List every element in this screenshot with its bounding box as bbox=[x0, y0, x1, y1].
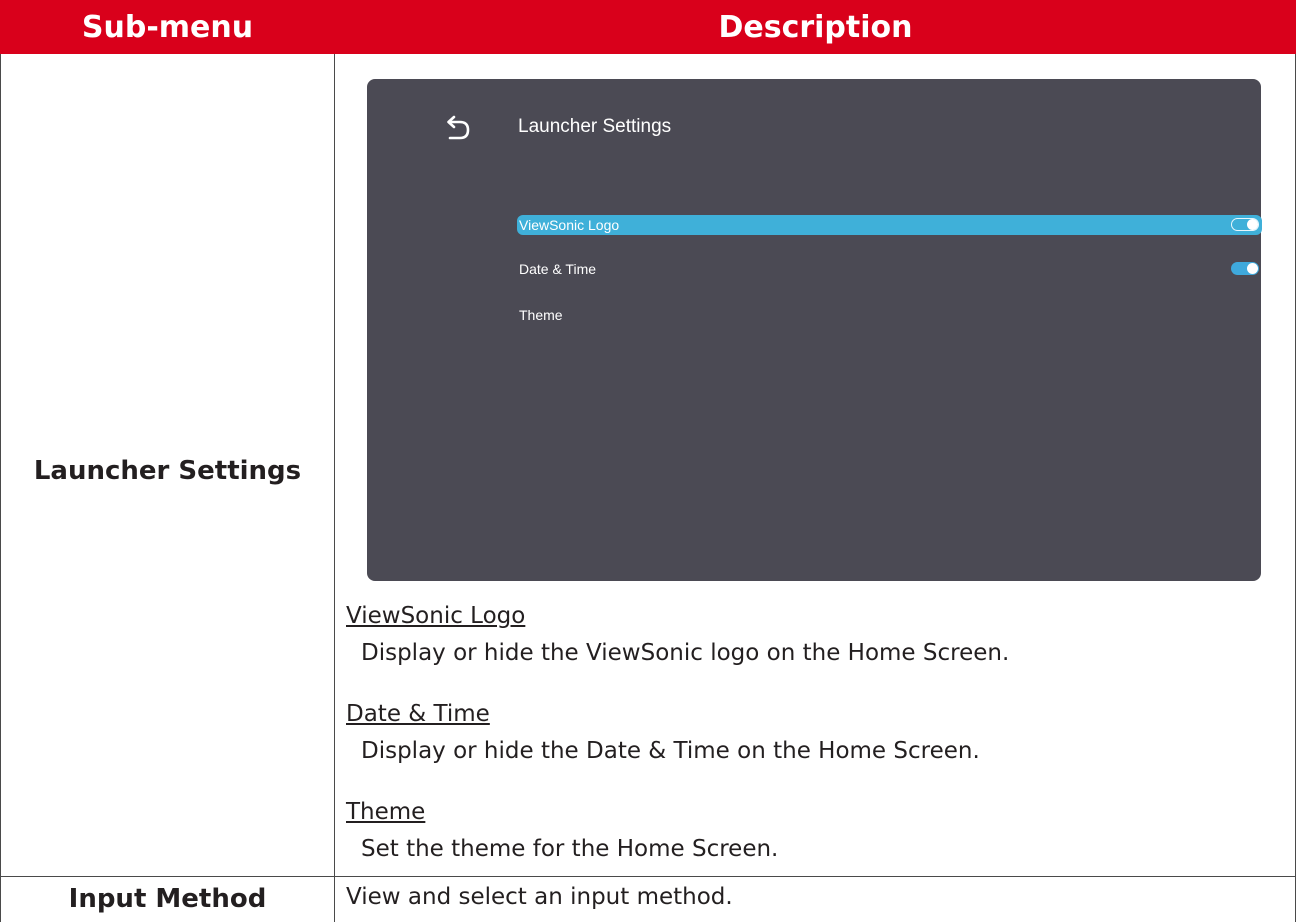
setting-row-date-time[interactable]: Date & Time bbox=[517, 259, 1262, 279]
toggle-knob bbox=[1247, 219, 1258, 230]
table-divider bbox=[0, 54, 1, 922]
table-divider bbox=[334, 54, 335, 922]
table-divider bbox=[0, 876, 1296, 877]
header-description: Description bbox=[718, 9, 913, 45]
toggle-knob bbox=[1247, 263, 1258, 274]
setting-label: ViewSonic Logo bbox=[519, 217, 620, 233]
table-header-row: Sub-menu Description bbox=[0, 0, 1296, 54]
entry-text-theme: Set the theme for the Home Screen. bbox=[361, 836, 779, 862]
screen-title: Launcher Settings bbox=[518, 116, 672, 137]
entry-term-viewsonic-logo: ViewSonic Logo bbox=[346, 603, 526, 629]
entry-term-date-time: Date & Time bbox=[346, 701, 490, 727]
submenu-launcher-settings: Launcher Settings bbox=[33, 456, 302, 486]
submenu-table: Sub-menu Description Launcher Settings L… bbox=[0, 0, 1296, 922]
submenu-input-method: Input Method bbox=[68, 884, 267, 914]
launcher-settings-screenshot: Launcher Settings ViewSonic Logo Date & … bbox=[367, 79, 1262, 581]
setting-label: Theme bbox=[519, 307, 563, 323]
entry-text-date-time: Display or hide the Date & Time on the H… bbox=[361, 738, 980, 764]
setting-row-theme[interactable]: Theme bbox=[517, 305, 1262, 325]
entry-text-viewsonic-logo: Display or hide the ViewSonic logo on th… bbox=[361, 640, 1010, 666]
toggle-switch[interactable] bbox=[1231, 218, 1259, 231]
entry-term-theme: Theme bbox=[346, 799, 426, 825]
back-arrow-icon bbox=[447, 115, 470, 140]
setting-row-viewsonic-logo[interactable]: ViewSonic Logo bbox=[517, 215, 1262, 235]
toggle-switch[interactable] bbox=[1231, 262, 1259, 275]
input-method-description: View and select an input method. bbox=[346, 884, 733, 910]
header-submenu: Sub-menu bbox=[81, 9, 254, 45]
setting-label: Date & Time bbox=[519, 261, 597, 277]
